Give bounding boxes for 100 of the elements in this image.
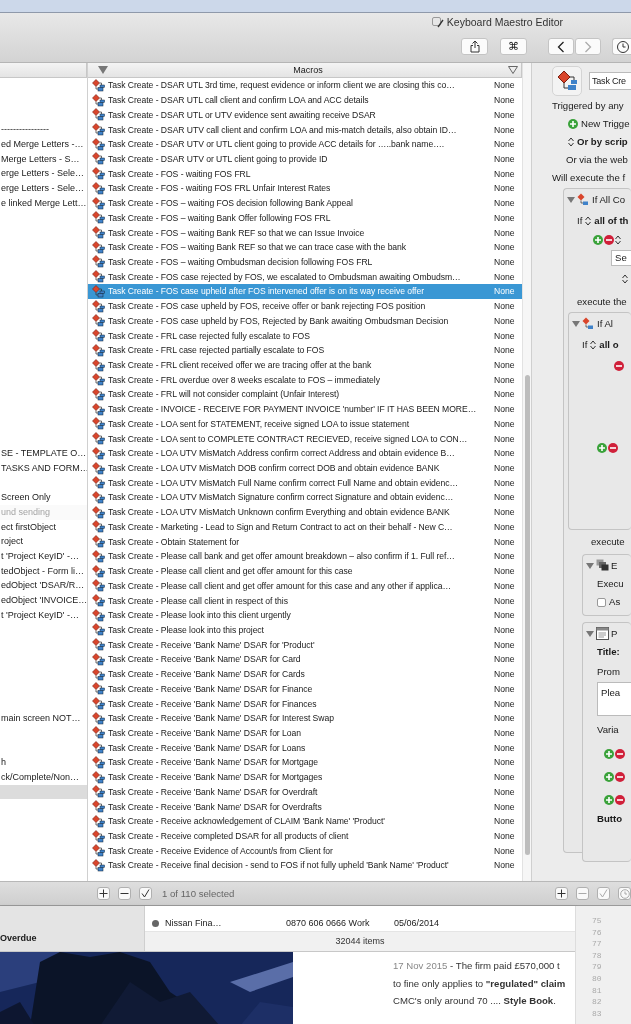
- add-button[interactable]: [97, 887, 110, 900]
- macro-row[interactable]: Task Create - Receive final decision - send to FOS if not fully upheld 'Bank Name' 'Product' None: [88, 858, 522, 873]
- group-item[interactable]: roject: [0, 534, 87, 549]
- macro-row[interactable]: Task Create - Receive 'Bank Name' DSAR for Loan None: [88, 725, 522, 741]
- condition-selector[interactable]: all of th: [594, 215, 629, 227]
- command-button[interactable]: ⌘: [500, 38, 527, 55]
- macro-row[interactable]: Task Create - LOA UTV MisMatch Address confirm correct Address and obtain evidence B… None: [88, 445, 522, 461]
- macro-row[interactable]: Task Create - FOS – waiting Bank Offer following FOS FRL None: [88, 210, 522, 226]
- group-item[interactable]: main screen NOT…: [0, 710, 87, 726]
- macro-row[interactable]: Task Create - Receive 'Bank Name' DSAR for Mortgage None: [88, 755, 522, 770]
- prompt-field[interactable]: Plea: [597, 682, 631, 716]
- macro-row[interactable]: Task Create - Receive 'Bank Name' DSAR for Finances None: [88, 696, 522, 711]
- macro-row[interactable]: Task Create - Marketing - Lead to Sign and Return Contract to act on their behalf - New C… None: [88, 519, 522, 535]
- stepper-icon[interactable]: [568, 137, 574, 147]
- macro-row[interactable]: Task Create - FOS – waiting FOS decision following Bank Appeal None: [88, 195, 522, 211]
- macro-row[interactable]: Task Create - DSAR UTV or UTL client going to provide ID None: [88, 151, 522, 167]
- macro-row[interactable]: Task Create - Please call client in respect of this None: [88, 593, 522, 608]
- checkbox[interactable]: [597, 597, 606, 607]
- script-option[interactable]: Or by scrip: [577, 136, 628, 148]
- scrollbar[interactable]: [525, 375, 530, 855]
- add-icon[interactable]: [568, 119, 578, 129]
- macro-row[interactable]: Task Create - Obtain Statement for None: [88, 534, 522, 549]
- add-icon[interactable]: [597, 443, 607, 453]
- remove-icon[interactable]: [615, 749, 625, 759]
- group-item[interactable]: SE - TEMPLATE O…: [0, 445, 87, 461]
- group-item[interactable]: ect firstObject: [0, 519, 87, 535]
- remove-icon[interactable]: [604, 235, 614, 245]
- macro-row[interactable]: Task Create - LOA UTV MisMatch Unknown confirm Everything and obtain evidence BANK None: [88, 504, 522, 520]
- macro-row[interactable]: Task Create - Please look into this project None: [88, 622, 522, 638]
- macro-row[interactable]: Task Create - Receive completed DSAR for all products of client None: [88, 828, 522, 844]
- macro-row[interactable]: Task Create - FRL client received offer we are tracing offer at the bank None: [88, 357, 522, 373]
- group-item[interactable]: tedObject - Form li…: [0, 563, 87, 579]
- macro-row[interactable]: Task Create - FRL overdue over 8 weeks escalate to FOS – immediately None: [88, 372, 522, 388]
- remove-icon[interactable]: [614, 361, 624, 371]
- enable-button[interactable]: [139, 887, 152, 900]
- macro-row[interactable]: Task Create - Receive acknowledgement of CLAIM 'Bank Name' 'Product' None: [88, 813, 522, 829]
- remove-icon[interactable]: [608, 443, 618, 453]
- group-item[interactable]: Screen Only: [0, 490, 87, 505]
- macro-row[interactable]: Task Create - FRL case rejected partially escalate to FOS None: [88, 342, 522, 358]
- macro-row[interactable]: Task Create - DSAR UTL call client and confirm LOA and ACC details None: [88, 92, 522, 108]
- group-item[interactable]: e linked Merge Lett…: [0, 195, 87, 211]
- macro-row[interactable]: Task Create - DSAR UTV call client and confirm LOA and mis-match details, also obtain ID… None: [88, 122, 522, 137]
- condition-selector[interactable]: all o: [599, 339, 619, 351]
- add-button[interactable]: [555, 887, 568, 900]
- share-button[interactable]: [461, 38, 488, 55]
- macro-row[interactable]: Task Create - Receive 'Bank Name' DSAR for Mortgages None: [88, 769, 522, 785]
- macro-row[interactable]: Task Create - LOA UTV MisMatch DOB confirm correct DOB and obtain evidence BANK None: [88, 460, 522, 476]
- macro-row[interactable]: Task Create - DSAR UTL or UTV evidence sent awaiting receive DSAR None: [88, 107, 522, 123]
- group-item[interactable]: TASKS AND FORM…: [0, 460, 87, 476]
- stepper-icon[interactable]: [585, 216, 592, 226]
- macro-row[interactable]: Task Create - Please call client and get offer amount for this case None: [88, 563, 522, 579]
- macro-row[interactable]: Task Create - DSAR UTL 3rd time, request evidence or inform client we are closing this co… None: [88, 78, 522, 93]
- macro-row[interactable]: Task Create - FOS – waiting Bank REF so that we can trace case with the bank None: [88, 239, 522, 255]
- macro-row[interactable]: Task Create - Receive 'Bank Name' DSAR for 'Product' None: [88, 637, 522, 653]
- back-button[interactable]: [548, 38, 574, 55]
- add-icon[interactable]: [604, 749, 614, 759]
- macro-row[interactable]: Task Create - FOS - waiting FOS FRL None: [88, 166, 522, 182]
- sort-triangle-icon[interactable]: [98, 66, 108, 74]
- remove-icon[interactable]: [615, 795, 625, 805]
- group-item[interactable]: t 'Project KeyID' -…: [0, 607, 87, 623]
- new-trigger-link[interactable]: New Trigge: [581, 118, 630, 130]
- stepper-icon[interactable]: [590, 340, 597, 350]
- macro-row[interactable]: Task Create - FOS case rejected by FOS, we escalated to Ombudsman awaiting Ombudsm… None: [88, 269, 522, 285]
- filter-triangle-icon[interactable]: [508, 66, 518, 74]
- macro-row[interactable]: Task Create - DSAR UTV or UTL client going to provide ACC details for …..bank name…. None: [88, 136, 522, 152]
- macro-row[interactable]: Task Create - Please call client and get offer amount for this case and any other if applica… None: [88, 578, 522, 594]
- macro-icon[interactable]: [552, 66, 582, 96]
- stepper-icon[interactable]: [622, 274, 628, 284]
- macro-row[interactable]: Task Create - Receive Evidence of Account/s from Client for None: [88, 843, 522, 859]
- macro-row[interactable]: Task Create - Receive 'Bank Name' DSAR for Finance None: [88, 681, 522, 697]
- add-icon[interactable]: [604, 795, 614, 805]
- condition-dropdown[interactable]: Se: [611, 250, 631, 266]
- stepper-icon[interactable]: [615, 235, 621, 245]
- group-item[interactable]: h: [0, 755, 87, 770]
- group-item[interactable]: erge Letters - Sele…: [0, 181, 87, 196]
- macro-row[interactable]: Task Create - FRL case rejected fully escalate to FOS None: [88, 328, 522, 343]
- group-item[interactable]: edObject 'INVOICE…: [0, 593, 87, 608]
- macro-row[interactable]: Task Create - LOA UTV MisMatch Signature confirm correct Signature and obtain evidenc… None: [88, 490, 522, 505]
- macro-row[interactable]: Task Create - FOS case upheld by FOS, Rejected by Bank awaiting Ombudsman Decision None: [88, 313, 522, 329]
- macro-row[interactable]: Task Create - FOS - waiting FOS FRL Unfair Interest Rates None: [88, 181, 522, 196]
- macro-row[interactable]: Task Create - Receive 'Bank Name' DSAR for Overdraft None: [88, 784, 522, 800]
- remove-icon[interactable]: [615, 772, 625, 782]
- macro-row[interactable]: Task Create - FOS case upheld by FOS, receive offer or bank rejecting FOS position None: [88, 298, 522, 314]
- macro-row[interactable]: Task Create - Receive 'Bank Name' DSAR for Cards None: [88, 666, 522, 682]
- macro-row[interactable]: Task Create - Receive 'Bank Name' DSAR for Loans None: [88, 740, 522, 756]
- add-icon[interactable]: [593, 235, 603, 245]
- macro-row[interactable]: Task Create - FRL will not consider complaint (Unfair Interest) None: [88, 387, 522, 402]
- group-item[interactable]: t 'Project KeyID' -…: [0, 549, 87, 564]
- macro-name-field[interactable]: Task Cre: [589, 72, 631, 90]
- add-icon[interactable]: [604, 772, 614, 782]
- macro-row[interactable]: Task Create - Receive 'Bank Name' DSAR for Interest Swap None: [88, 710, 522, 726]
- group-item[interactable]: ck/Complete/Non…: [0, 769, 87, 785]
- group-item[interactable]: edObject 'DSAR/R…: [0, 578, 87, 594]
- macro-row[interactable]: Task Create - Receive 'Bank Name' DSAR for Overdrafts None: [88, 799, 522, 814]
- sidebar-item[interactable]: Overdue: [0, 933, 37, 943]
- group-item[interactable]: ----------------: [0, 122, 87, 137]
- macro-row[interactable]: Task Create - Receive 'Bank Name' DSAR for Card None: [88, 652, 522, 667]
- group-item[interactable]: ed Merge Letters -…: [0, 136, 87, 152]
- macro-row[interactable]: Task Create - LOA sent for STATEMENT, receive signed LOA to issue statement None: [88, 416, 522, 432]
- macro-row[interactable]: Task Create - Please call bank and get offer amount breakdown – also confirm if 1. Full ref… None: [88, 549, 522, 564]
